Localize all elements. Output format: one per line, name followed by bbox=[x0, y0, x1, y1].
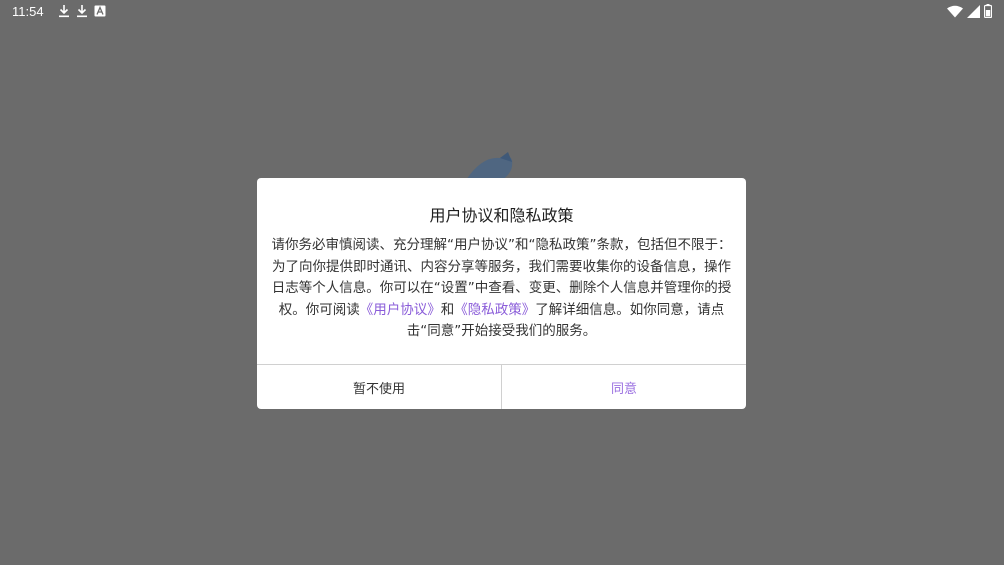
privacy-policy-link[interactable]: 《隐私政策》 bbox=[454, 302, 535, 318]
dialog-title: 用户协议和隐私政策 bbox=[429, 206, 574, 225]
status-system-icons bbox=[947, 4, 992, 18]
status-bar: 11:54 bbox=[0, 0, 1004, 24]
status-notifications bbox=[58, 4, 106, 18]
privacy-consent-dialog: 用户协议和隐私政策 请你务必审慎阅读、充分理解“用户协议”和“隐私政策”条款，包… bbox=[257, 178, 746, 409]
status-time: 11:54 bbox=[12, 4, 44, 19]
accept-button[interactable]: 同意 bbox=[502, 365, 746, 409]
user-agreement-link[interactable]: 《用户协议》 bbox=[360, 302, 441, 318]
a-box-icon bbox=[94, 5, 106, 17]
download-icon bbox=[76, 4, 88, 18]
battery-icon bbox=[984, 4, 992, 18]
signal-icon bbox=[967, 4, 980, 18]
download-icon bbox=[58, 4, 70, 18]
decline-button[interactable]: 暂不使用 bbox=[257, 365, 501, 409]
dialog-body-and: 和 bbox=[440, 301, 455, 318]
wifi-icon bbox=[947, 5, 963, 18]
dialog-body: 请你务必审慎阅读、充分理解“用户协议”和“隐私政策”条款，包括但不限于：为了向你… bbox=[269, 235, 734, 343]
